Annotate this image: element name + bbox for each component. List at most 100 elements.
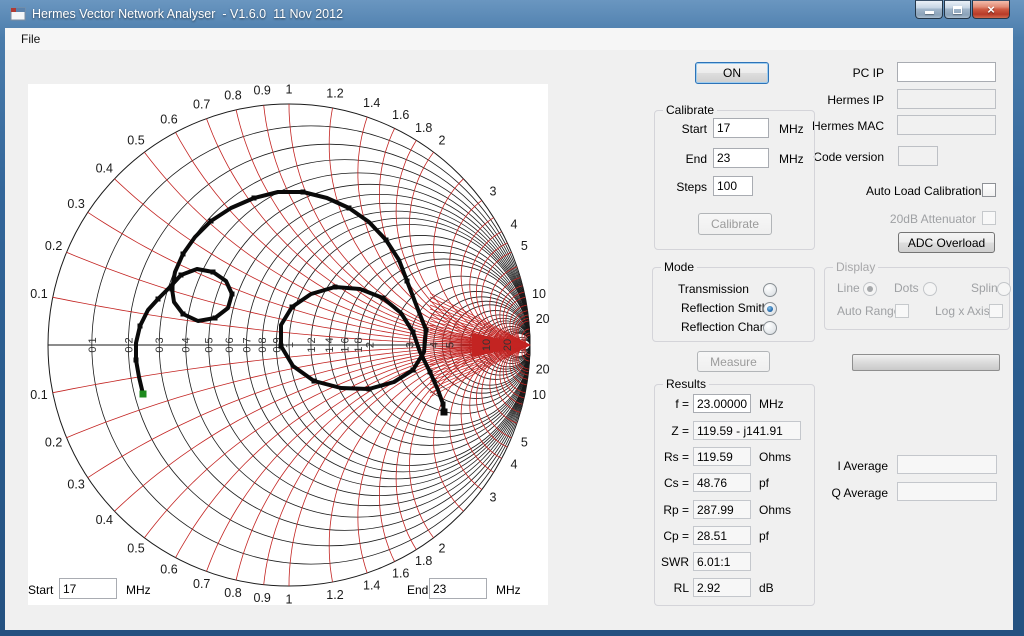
smith-chart-panel: 0.10.10.20.20.30.30.40.40.50.50.60.60.70…	[28, 84, 548, 605]
svg-text:10: 10	[532, 388, 546, 402]
svg-text:1.6: 1.6	[340, 337, 352, 352]
sweep-end-input[interactable]	[429, 578, 487, 599]
mode-transmission-label: Transmission	[678, 282, 749, 296]
svg-text:1.2: 1.2	[326, 588, 343, 602]
menu-file[interactable]: File	[14, 28, 47, 50]
result-rl-unit: dB	[759, 581, 774, 595]
i-average-label: I Average	[800, 459, 888, 473]
mode-reflection-chart-radio[interactable]	[763, 321, 777, 335]
svg-text:0.6: 0.6	[160, 112, 177, 126]
result-z-label: Z =	[657, 424, 689, 438]
result-rp-label: Rp =	[657, 503, 689, 517]
display-auto-range-label: Auto Range	[837, 304, 900, 318]
minimize-icon	[925, 11, 934, 14]
svg-text:0.3: 0.3	[154, 337, 166, 352]
mode-reflection-smith-label: Reflection Smith	[681, 301, 768, 315]
display-auto-range-checkbox	[895, 304, 909, 318]
display-dots-label: Dots	[894, 281, 919, 295]
adc-overload-button[interactable]: ADC Overload	[898, 232, 995, 253]
svg-text:1.4: 1.4	[324, 337, 336, 352]
result-cp-value	[693, 526, 751, 545]
svg-text:20: 20	[502, 339, 514, 351]
sweep-end-unit: MHz	[496, 583, 521, 597]
close-button[interactable]: ×	[972, 0, 1010, 19]
result-f-value[interactable]	[693, 394, 751, 413]
svg-text:20: 20	[536, 363, 550, 377]
display-group: Display Line Dots Spline Auto Range Log …	[824, 267, 1010, 330]
app-window: Hermes Vector Network Analyser - V1.6.0 …	[0, 0, 1024, 636]
svg-text:1: 1	[286, 82, 293, 96]
menu-bar: File	[5, 28, 1013, 50]
pc-ip-label: PC IP	[800, 66, 884, 80]
maximize-icon	[953, 6, 962, 14]
svg-text:0.7: 0.7	[241, 337, 253, 352]
progress-bar	[852, 354, 1000, 371]
calibrate-end-input[interactable]	[713, 148, 769, 168]
calibrate-group-title: Calibrate	[663, 103, 717, 117]
svg-text:10: 10	[481, 339, 493, 351]
minimize-button[interactable]	[915, 0, 943, 19]
result-rp-unit: Ohms	[759, 503, 791, 517]
svg-text:1.8: 1.8	[415, 554, 432, 568]
result-rs-value	[693, 447, 751, 466]
calibrate-start-unit: MHz	[779, 122, 804, 136]
svg-text:0.9: 0.9	[254, 84, 271, 98]
hermes-ip-label: Hermes IP	[800, 93, 884, 107]
result-rl-label: RL	[657, 581, 689, 595]
result-rs-unit: Ohms	[759, 450, 791, 464]
svg-text:1.8: 1.8	[353, 337, 365, 352]
mode-reflection-chart-label: Reflection Chart	[681, 320, 767, 334]
svg-text:1.6: 1.6	[392, 108, 409, 122]
result-cs-label: Cs =	[657, 476, 689, 490]
sweep-start-unit: MHz	[126, 583, 151, 597]
svg-text:0.8: 0.8	[224, 586, 241, 600]
display-line-label: Line	[837, 281, 860, 295]
result-cs-unit: pf	[759, 476, 769, 490]
svg-text:0.1: 0.1	[30, 287, 47, 301]
i-average-field	[897, 455, 997, 474]
svg-text:0.7: 0.7	[193, 577, 210, 591]
calibrate-start-input[interactable]	[713, 118, 769, 138]
svg-text:0.3: 0.3	[67, 197, 84, 211]
svg-text:0.1: 0.1	[30, 388, 47, 402]
mode-transmission-radio[interactable]	[763, 283, 777, 297]
svg-text:0.4: 0.4	[96, 513, 113, 527]
result-rs-label: Rs =	[657, 450, 689, 464]
hermes-ip-field	[897, 89, 996, 109]
result-cp-unit: pf	[759, 529, 769, 543]
svg-text:3: 3	[490, 490, 497, 504]
svg-text:0.1: 0.1	[87, 337, 99, 352]
svg-text:1.2: 1.2	[306, 337, 318, 352]
calibrate-steps-input[interactable]	[713, 176, 753, 196]
sweep-start-input[interactable]	[59, 578, 117, 599]
svg-text:4: 4	[511, 457, 518, 471]
sweep-end-label: End	[407, 583, 428, 597]
display-log-x-label: Log x Axis	[935, 304, 990, 318]
result-f-unit: MHz	[759, 397, 784, 411]
result-rl-value	[693, 578, 751, 597]
calibrate-button: Calibrate	[698, 213, 772, 235]
attenuator-label: 20dB Attenuator	[866, 212, 976, 226]
svg-text:1.8: 1.8	[415, 121, 432, 135]
auto-load-calibration-checkbox[interactable]	[982, 183, 996, 197]
pc-ip-input[interactable]	[897, 62, 996, 82]
q-average-field	[897, 482, 997, 501]
svg-text:1.6: 1.6	[392, 566, 409, 580]
on-button[interactable]: ON	[695, 62, 769, 84]
mode-reflection-smith-radio[interactable]	[763, 302, 777, 316]
svg-text:5: 5	[521, 239, 528, 253]
result-z-value	[693, 421, 801, 440]
svg-text:1: 1	[284, 342, 296, 348]
svg-text:1.4: 1.4	[363, 578, 380, 592]
svg-text:2: 2	[439, 541, 446, 555]
result-cs-value	[693, 473, 751, 492]
q-average-label: Q Average	[800, 486, 888, 500]
result-swr-label: SWR	[657, 555, 689, 569]
svg-text:1.4: 1.4	[363, 96, 380, 110]
svg-text:20: 20	[536, 312, 550, 326]
svg-text:0.6: 0.6	[160, 562, 177, 576]
calibrate-steps-label: Steps	[671, 180, 707, 194]
maximize-button[interactable]	[944, 0, 971, 19]
window-title: Hermes Vector Network Analyser - V1.6.0 …	[32, 0, 343, 28]
hermes-mac-field	[897, 115, 996, 135]
